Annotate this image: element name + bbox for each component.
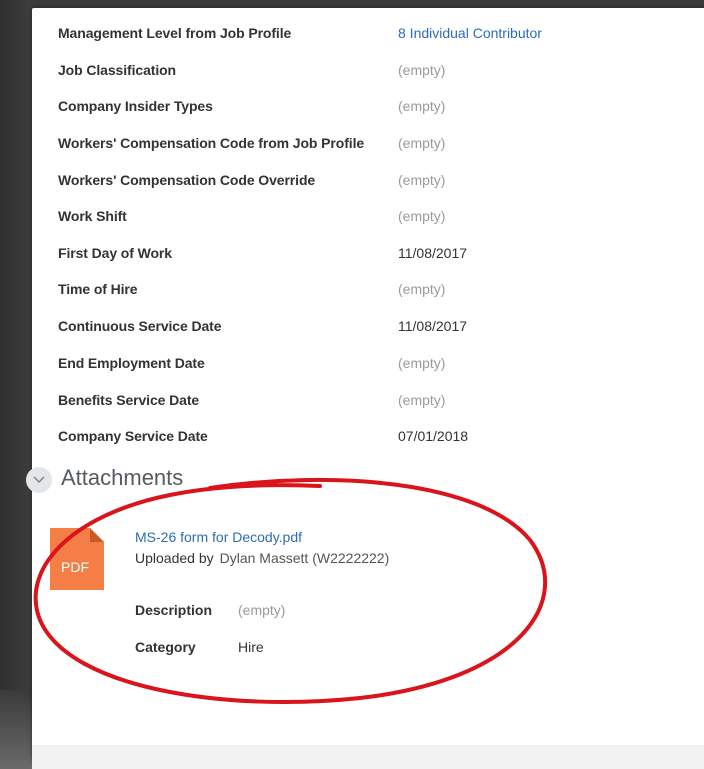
- field-value: (empty): [398, 62, 446, 78]
- field-row: Workers' Compensation Code Override (empt…: [58, 168, 698, 192]
- field-value: (empty): [398, 135, 446, 151]
- field-row: End Employment Date (empty): [58, 351, 698, 375]
- uploaded-by-label: Uploaded by: [135, 550, 214, 566]
- field-row: First Day of Work 11/08/2017: [58, 241, 698, 265]
- field-row: Time of Hire (empty): [58, 277, 698, 301]
- field-label: Management Level from Job Profile: [58, 25, 292, 41]
- card-footer: [32, 745, 704, 769]
- worker-details-card: Management Level from Job Profile 8 Indiv…: [32, 8, 704, 760]
- field-label: First Day of Work: [58, 245, 172, 261]
- field-value: 11/08/2017: [398, 318, 468, 334]
- field-value: 07/01/2018: [398, 428, 469, 444]
- field-row: Management Level from Job Profile 8 Indiv…: [58, 21, 698, 45]
- field-value: (empty): [398, 281, 446, 297]
- field-row: Benefits Service Date (empty): [58, 388, 698, 412]
- field-value: (empty): [398, 392, 446, 408]
- field-value: 11/08/2017: [398, 245, 468, 261]
- uploaded-by-name: Dylan Massett (W2222222): [219, 550, 390, 566]
- field-row: Company Service Date 07/01/2018: [58, 424, 698, 448]
- field-row: Continuous Service Date 11/08/2017: [58, 314, 698, 338]
- field-label: End Employment Date: [58, 355, 205, 371]
- field-label: Time of Hire: [58, 281, 138, 297]
- field-label: Benefits Service Date: [58, 392, 200, 408]
- field-label: Company Insider Types: [58, 98, 213, 114]
- uploaded-by-line: Uploaded by Dylan Massett (W2222222): [135, 549, 389, 567]
- category-value: Hire: [238, 639, 264, 655]
- field-row: Job Classification (empty): [58, 58, 698, 82]
- description-label: Description: [135, 602, 213, 618]
- description-value: (empty): [238, 602, 286, 618]
- pdf-file-icon[interactable]: PDF: [50, 528, 104, 590]
- category-label: Category: [135, 639, 196, 655]
- field-value: (empty): [398, 208, 446, 224]
- attachment-file-link[interactable]: MS-26 form for Decody.pdf: [135, 528, 302, 546]
- field-value: (empty): [398, 172, 446, 188]
- field-label: Workers' Compensation Code from Job Prof…: [58, 135, 365, 151]
- field-value: (empty): [398, 98, 446, 114]
- field-value-link[interactable]: 8 Individual Contributor: [398, 21, 542, 45]
- field-label: Company Service Date: [58, 428, 208, 444]
- field-row: Work Shift (empty): [58, 204, 698, 228]
- field-row: Company Insider Types (empty): [58, 94, 698, 118]
- field-label: Work Shift: [58, 208, 127, 224]
- field-label: Job Classification: [58, 62, 177, 78]
- field-value: (empty): [398, 355, 446, 371]
- field-label: Workers' Compensation Code Override: [58, 172, 316, 188]
- attachments-title: Attachments: [61, 465, 184, 490]
- field-label: Continuous Service Date: [58, 318, 222, 334]
- field-row: Workers' Compensation Code from Job Prof…: [58, 131, 698, 155]
- chevron-down-icon[interactable]: [26, 467, 52, 493]
- pdf-icon-label: PDF: [61, 559, 89, 575]
